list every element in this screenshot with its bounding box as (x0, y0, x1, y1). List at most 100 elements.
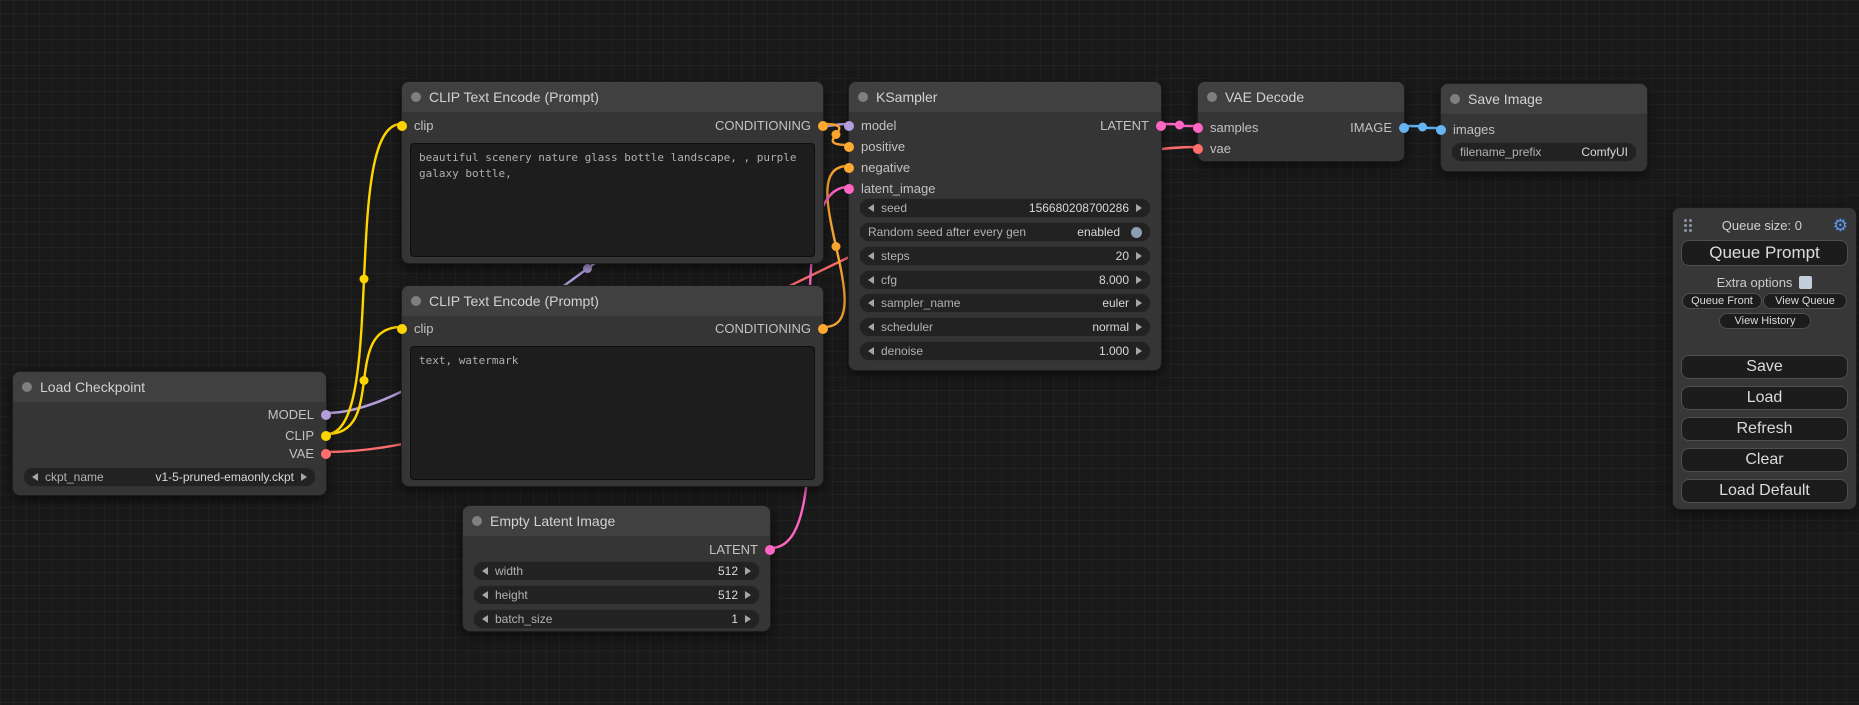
view-queue-button[interactable]: View Queue (1763, 293, 1847, 309)
collapse-toggle-icon[interactable] (472, 516, 482, 526)
toggle-indicator-icon[interactable] (1131, 227, 1142, 238)
latent-input-dot[interactable] (1193, 123, 1203, 133)
decrement-arrow-icon[interactable] (32, 473, 38, 481)
clip-output-dot[interactable] (321, 431, 331, 441)
widget-label: width (495, 564, 523, 578)
collapse-toggle-icon[interactable] (858, 92, 868, 102)
latent-input-dot[interactable] (844, 184, 854, 194)
refresh-button[interactable]: Refresh (1681, 417, 1848, 441)
node-clip-text-encode-positive[interactable]: CLIP Text Encode (Prompt) clip CONDITION… (401, 81, 824, 264)
slot-label: LATENT (709, 542, 758, 557)
node-header[interactable]: Load Checkpoint (13, 372, 326, 402)
conditioning-input-dot[interactable] (844, 142, 854, 152)
widget-batch-size[interactable]: batch_size 1 (473, 609, 760, 629)
slot-label: IMAGE (1350, 120, 1392, 135)
widget-seed[interactable]: seed 156680208700286 (859, 198, 1151, 218)
increment-arrow-icon[interactable] (745, 591, 751, 599)
latent-output-dot[interactable] (1156, 121, 1166, 131)
increment-arrow-icon[interactable] (1136, 323, 1142, 331)
slot-label: CONDITIONING (715, 118, 811, 133)
collapse-toggle-icon[interactable] (411, 92, 421, 102)
increment-arrow-icon[interactable] (745, 567, 751, 575)
increment-arrow-icon[interactable] (301, 473, 307, 481)
collapse-toggle-icon[interactable] (1450, 94, 1460, 104)
widget-ckpt-name[interactable]: ckpt_name v1-5-pruned-emaonly.ckpt (23, 467, 316, 487)
drag-handle-icon[interactable] (1684, 219, 1687, 222)
decrement-arrow-icon[interactable] (868, 323, 874, 331)
prompt-textarea[interactable]: beautiful scenery nature glass bottle la… (410, 143, 815, 257)
node-ksampler[interactable]: KSampler model positive negative latent_… (848, 81, 1162, 371)
decrement-arrow-icon[interactable] (868, 252, 874, 260)
increment-arrow-icon[interactable] (1136, 347, 1142, 355)
node-header[interactable]: VAE Decode (1198, 82, 1404, 112)
node-load-checkpoint[interactable]: Load Checkpoint MODEL CLIP VAE ckpt_name… (12, 371, 327, 496)
conditioning-output-dot[interactable] (818, 324, 828, 334)
node-header[interactable]: CLIP Text Encode (Prompt) (402, 82, 823, 112)
node-header[interactable]: Save Image (1441, 84, 1647, 114)
widget-filename-prefix[interactable]: filename_prefix ComfyUI (1451, 142, 1637, 162)
node-title: KSampler (876, 89, 937, 105)
node-header[interactable]: Empty Latent Image (463, 506, 770, 536)
slot-label: positive (861, 139, 905, 154)
decrement-arrow-icon[interactable] (868, 347, 874, 355)
increment-arrow-icon[interactable] (745, 615, 751, 623)
clip-input-dot[interactable] (397, 121, 407, 131)
slot-label: MODEL (268, 407, 314, 422)
decrement-arrow-icon[interactable] (868, 204, 874, 212)
save-button[interactable]: Save (1681, 355, 1848, 379)
queue-front-button[interactable]: Queue Front (1682, 293, 1762, 309)
node-vae-decode[interactable]: VAE Decode samples vae IMAGE (1197, 81, 1405, 162)
image-input-dot[interactable] (1436, 125, 1446, 135)
widget-cfg[interactable]: cfg 8.000 (859, 270, 1151, 290)
output-slot-latent: LATENT (1100, 117, 1166, 134)
slot-label: images (1453, 122, 1495, 137)
increment-arrow-icon[interactable] (1136, 252, 1142, 260)
collapse-toggle-icon[interactable] (1207, 92, 1217, 102)
widget-random-seed-toggle[interactable]: Random seed after every gen enabled (859, 222, 1151, 242)
load-button[interactable]: Load (1681, 386, 1848, 410)
load-default-button[interactable]: Load Default (1681, 479, 1848, 503)
widget-width[interactable]: width 512 (473, 561, 760, 581)
vae-output-dot[interactable] (321, 449, 331, 459)
output-slot-vae: VAE (289, 445, 331, 462)
link-midpoint-dot (1418, 123, 1427, 132)
node-empty-latent-image[interactable]: Empty Latent Image LATENT width 512 heig… (462, 505, 771, 632)
widget-value: ComfyUI (1581, 145, 1628, 159)
node-header[interactable]: CLIP Text Encode (Prompt) (402, 286, 823, 316)
prompt-textarea[interactable]: text, watermark (410, 346, 815, 480)
extra-options-checkbox[interactable] (1799, 276, 1812, 289)
node-save-image[interactable]: Save Image images filename_prefix ComfyU… (1440, 83, 1648, 172)
link-midpoint-dot (360, 275, 369, 284)
increment-arrow-icon[interactable] (1136, 299, 1142, 307)
settings-gear-icon[interactable]: ⚙ (1833, 217, 1848, 234)
clear-button[interactable]: Clear (1681, 448, 1848, 472)
decrement-arrow-icon[interactable] (868, 299, 874, 307)
clip-input-dot[interactable] (397, 324, 407, 334)
vae-input-dot[interactable] (1193, 144, 1203, 154)
collapse-toggle-icon[interactable] (411, 296, 421, 306)
widget-sampler-name[interactable]: sampler_name euler (859, 293, 1151, 313)
graph-canvas[interactable]: Load Checkpoint MODEL CLIP VAE ckpt_name… (0, 0, 1859, 705)
model-output-dot[interactable] (321, 410, 331, 420)
widget-height[interactable]: height 512 (473, 585, 760, 605)
increment-arrow-icon[interactable] (1136, 204, 1142, 212)
view-history-button[interactable]: View History (1719, 313, 1811, 329)
queue-prompt-button[interactable]: Queue Prompt (1681, 240, 1848, 266)
node-clip-text-encode-negative[interactable]: CLIP Text Encode (Prompt) clip CONDITION… (401, 285, 824, 487)
decrement-arrow-icon[interactable] (482, 615, 488, 623)
increment-arrow-icon[interactable] (1136, 276, 1142, 284)
node-header[interactable]: KSampler (849, 82, 1161, 112)
widget-denoise[interactable]: denoise 1.000 (859, 341, 1151, 361)
conditioning-input-dot[interactable] (844, 163, 854, 173)
decrement-arrow-icon[interactable] (482, 591, 488, 599)
latent-output-dot[interactable] (765, 545, 775, 555)
widget-label: cfg (881, 273, 897, 287)
decrement-arrow-icon[interactable] (482, 567, 488, 575)
conditioning-output-dot[interactable] (818, 121, 828, 131)
model-input-dot[interactable] (844, 121, 854, 131)
image-output-dot[interactable] (1399, 123, 1409, 133)
decrement-arrow-icon[interactable] (868, 276, 874, 284)
widget-steps[interactable]: steps 20 (859, 246, 1151, 266)
widget-scheduler[interactable]: scheduler normal (859, 317, 1151, 337)
collapse-toggle-icon[interactable] (22, 382, 32, 392)
